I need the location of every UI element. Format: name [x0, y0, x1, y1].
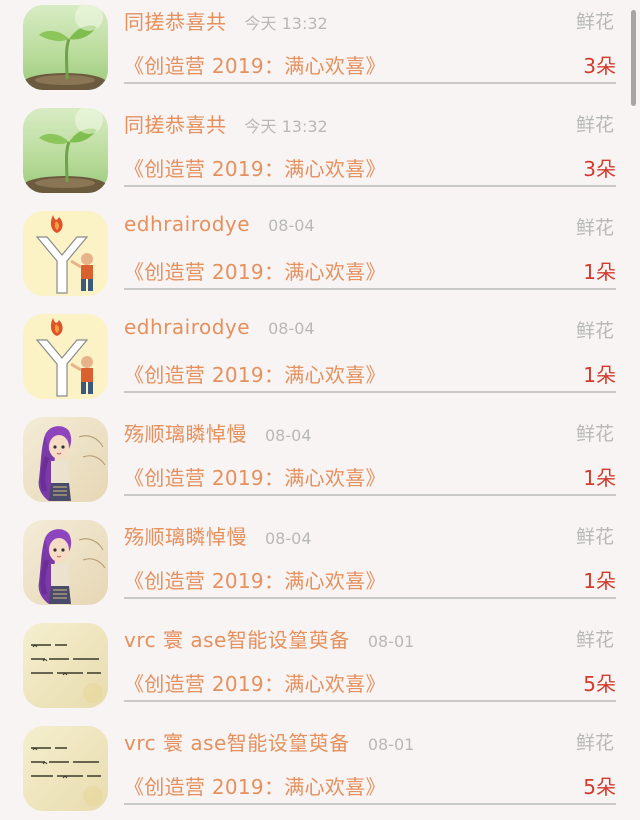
gift-count: 5朵	[583, 672, 616, 696]
sprout-avatar-icon[interactable]	[23, 5, 108, 90]
program-title[interactable]: 《创造营 2019：满心欢喜》	[124, 565, 386, 594]
user-name[interactable]: 同搓恭喜共	[124, 109, 227, 138]
row-divider	[124, 288, 616, 290]
user-name[interactable]: vrc 寰 ase智能设篁萸备	[124, 727, 350, 756]
user-line: vrc 寰 ase智能设篁萸备 08-01	[124, 624, 414, 654]
purple-hair-girl-avatar-icon[interactable]	[23, 520, 108, 605]
timestamp: 08-04	[265, 529, 312, 548]
user-line: edhrairodye 08-04	[124, 212, 315, 242]
list-item[interactable]: vrc 寰 ase智能设篁萸备 08-01 鲜花 《创造营 2019：满心欢喜》…	[0, 717, 640, 820]
timestamp: 08-01	[367, 632, 415, 651]
gift-count: 1朵	[583, 569, 616, 593]
user-name[interactable]: 殇顺璃瞵悼慢	[124, 418, 247, 447]
user-line: edhrairodye 08-04	[124, 315, 315, 345]
row-divider	[124, 700, 616, 702]
row-divider	[124, 597, 616, 599]
user-line: 殇顺璃瞵悼慢 08-04	[124, 521, 312, 551]
scrollbar[interactable]	[631, 10, 636, 106]
user-name[interactable]: edhrairodye	[124, 212, 250, 236]
gift-type-label: 鲜花	[575, 11, 614, 33]
timestamp: 08-04	[265, 426, 312, 445]
program-title[interactable]: 《创造营 2019：满心欢喜》	[124, 50, 386, 79]
gift-type-label: 鲜花	[575, 114, 614, 136]
row-divider	[124, 185, 616, 187]
handwritten-note-avatar-icon[interactable]	[23, 726, 108, 811]
list-item[interactable]: edhrairodye 08-04 鲜花 《创造营 2019：满心欢喜》 1朵	[0, 202, 640, 305]
row-divider	[124, 82, 616, 84]
gift-type-label: 鲜花	[575, 423, 614, 445]
program-title[interactable]: 《创造营 2019：满心欢喜》	[124, 462, 386, 491]
gift-type-label: 鲜花	[575, 732, 614, 754]
program-title[interactable]: 《创造营 2019：满心欢喜》	[124, 359, 386, 388]
gift-count: 1朵	[583, 466, 616, 490]
row-divider	[124, 391, 616, 393]
row-divider	[124, 494, 616, 496]
user-line: vrc 寰 ase智能设篁萸备 08-01	[124, 727, 414, 757]
torch-boy-avatar-icon[interactable]	[23, 211, 108, 296]
gift-type-label: 鲜花	[575, 217, 614, 239]
handwritten-note-avatar-icon[interactable]	[23, 623, 108, 708]
program-title[interactable]: 《创造营 2019：满心欢喜》	[124, 153, 386, 182]
list-item[interactable]: 同搓恭喜共 今天 13:32 鲜花 《创造营 2019：满心欢喜》 3朵	[0, 0, 640, 99]
timestamp: 08-04	[268, 319, 315, 338]
user-name[interactable]: 同搓恭喜共	[124, 6, 227, 35]
gift-count: 1朵	[583, 260, 616, 284]
sprout-avatar-icon[interactable]	[23, 108, 108, 193]
gift-count: 5朵	[583, 775, 616, 799]
timestamp: 今天 13:32	[244, 117, 328, 136]
user-name[interactable]: 殇顺璃瞵悼慢	[124, 521, 247, 550]
timestamp: 今天 13:32	[244, 14, 328, 33]
row-divider	[124, 803, 616, 805]
list-item[interactable]: 同搓恭喜共 今天 13:32 鲜花 《创造营 2019：满心欢喜》 3朵	[0, 99, 640, 202]
timestamp: 08-01	[367, 735, 415, 754]
gift-list: 同搓恭喜共 今天 13:32 鲜花 《创造营 2019：满心欢喜》 3朵 同搓恭…	[0, 0, 640, 820]
user-line: 同搓恭喜共 今天 13:32	[124, 6, 328, 36]
list-item[interactable]: edhrairodye 08-04 鲜花 《创造营 2019：满心欢喜》 1朵	[0, 305, 640, 408]
gift-count: 1朵	[583, 363, 616, 387]
gift-type-label: 鲜花	[575, 629, 614, 651]
program-title[interactable]: 《创造营 2019：满心欢喜》	[124, 256, 386, 285]
user-name[interactable]: vrc 寰 ase智能设篁萸备	[124, 624, 350, 653]
list-item[interactable]: 殇顺璃瞵悼慢 08-04 鲜花 《创造营 2019：满心欢喜》 1朵	[0, 511, 640, 614]
program-title[interactable]: 《创造营 2019：满心欢喜》	[124, 668, 386, 697]
gift-type-label: 鲜花	[575, 320, 614, 342]
list-item[interactable]: 殇顺璃瞵悼慢 08-04 鲜花 《创造营 2019：满心欢喜》 1朵	[0, 408, 640, 511]
list-item[interactable]: vrc 寰 ase智能设篁萸备 08-01 鲜花 《创造营 2019：满心欢喜》…	[0, 614, 640, 717]
purple-hair-girl-avatar-icon[interactable]	[23, 417, 108, 502]
torch-boy-avatar-icon[interactable]	[23, 314, 108, 399]
program-title[interactable]: 《创造营 2019：满心欢喜》	[124, 771, 386, 800]
gift-count: 3朵	[583, 157, 616, 181]
timestamp: 08-04	[268, 216, 315, 235]
gift-type-label: 鲜花	[575, 526, 614, 548]
user-name[interactable]: edhrairodye	[124, 315, 250, 339]
gift-count: 3朵	[583, 54, 616, 78]
user-line: 同搓恭喜共 今天 13:32	[124, 109, 328, 139]
user-line: 殇顺璃瞵悼慢 08-04	[124, 418, 312, 448]
